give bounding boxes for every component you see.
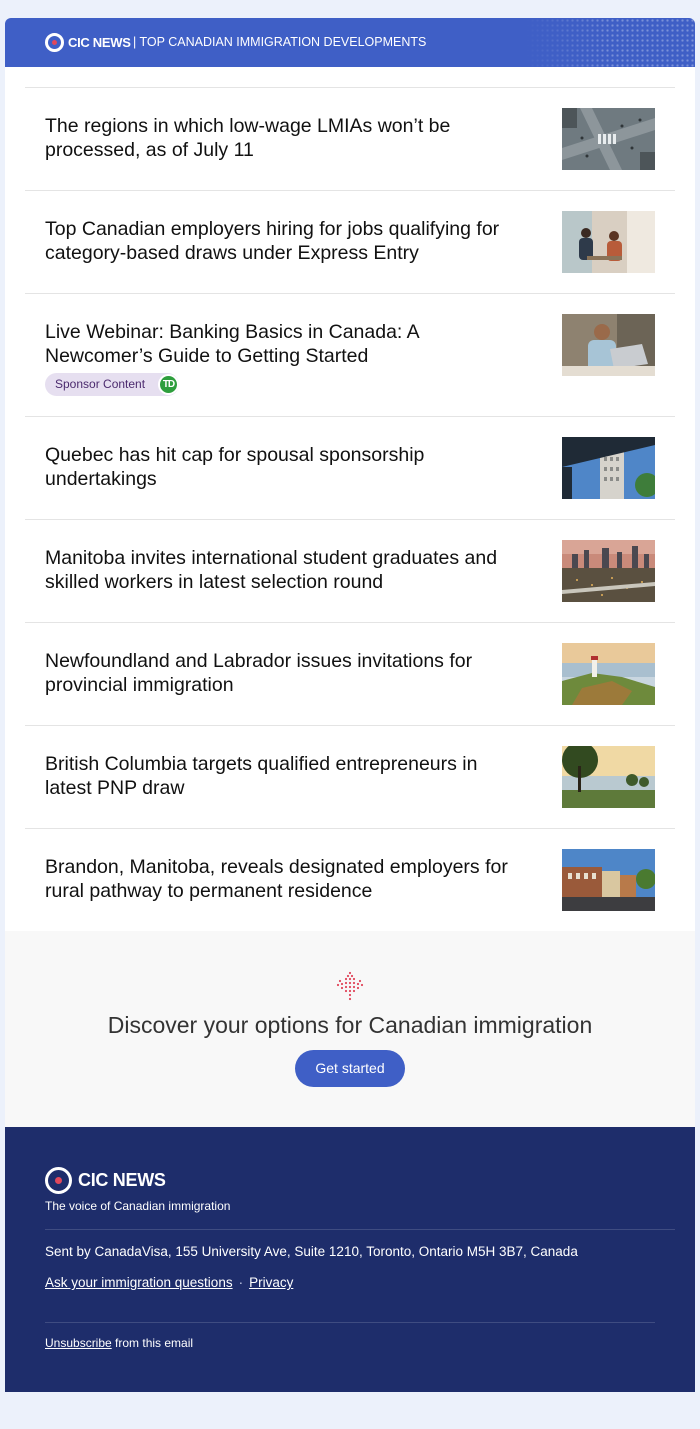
footer-divider <box>45 1229 675 1230</box>
cta-section: Discover your options for Canadian immig… <box>5 931 695 1127</box>
link-separator: · <box>238 1275 244 1290</box>
article-title[interactable]: Top Canadian employers hiring for jobs q… <box>45 217 525 265</box>
footer-tagline: The voice of Canadian immigration <box>45 1199 231 1213</box>
articles-section: The regions in which low-wage LMIAs won’… <box>5 67 695 931</box>
article-title[interactable]: Live Webinar: Banking Basics in Canada: … <box>45 320 525 368</box>
maple-leaf-icon <box>336 971 364 1001</box>
footer-divider <box>45 1322 655 1323</box>
newsletter-footer: CIC NEWS The voice of Canadian immigrati… <box>5 1127 695 1392</box>
article-thumbnail[interactable] <box>562 643 655 705</box>
article-thumbnail[interactable] <box>562 540 655 602</box>
newsletter-header: CIC NEWS | TOP CANADIAN IMMIGRATION DEVE… <box>5 18 695 67</box>
unsubscribe-link[interactable]: Unsubscribe <box>45 1336 112 1350</box>
article-title[interactable]: British Columbia targets qualified entre… <box>45 752 525 800</box>
article-title[interactable]: Manitoba invites international student g… <box>45 546 525 594</box>
cta-heading: Discover your options for Canadian immig… <box>107 1012 593 1038</box>
article-title[interactable]: Quebec has hit cap for spousal sponsorsh… <box>45 443 525 491</box>
article-thumbnail[interactable] <box>562 746 655 808</box>
article-item[interactable]: British Columbia targets qualified entre… <box>25 726 675 829</box>
logo-text: CIC NEWS <box>68 35 131 50</box>
article-item[interactable]: Live Webinar: Banking Basics in Canada: … <box>25 294 675 417</box>
article-item[interactable]: Brandon, Manitoba, reveals designated em… <box>25 829 675 932</box>
td-bank-logo: TD <box>158 374 179 395</box>
cic-logo-icon <box>45 1167 72 1194</box>
dotted-map-decoration <box>525 18 695 67</box>
article-title[interactable]: The regions in which low-wage LMIAs won’… <box>45 114 525 162</box>
article-item[interactable]: Top Canadian employers hiring for jobs q… <box>25 191 675 294</box>
article-item[interactable]: The regions in which low-wage LMIAs won’… <box>25 88 675 191</box>
header-tagline: | TOP CANADIAN IMMIGRATION DEVELOPMENTS <box>133 35 427 49</box>
article-item[interactable]: Manitoba invites international student g… <box>25 520 675 623</box>
footer-cic-news-logo[interactable]: CIC NEWS <box>45 1167 166 1194</box>
article-thumbnail[interactable] <box>562 437 655 499</box>
article-item[interactable]: Quebec has hit cap for spousal sponsorsh… <box>25 417 675 520</box>
article-list: The regions in which low-wage LMIAs won’… <box>25 87 675 932</box>
article-thumbnail[interactable] <box>562 849 655 911</box>
article-thumbnail[interactable] <box>562 108 655 170</box>
article-title[interactable]: Brandon, Manitoba, reveals designated em… <box>45 855 525 903</box>
footer-logo-text: CIC NEWS <box>78 1170 166 1190</box>
ask-questions-link[interactable]: Ask your immigration questions <box>45 1275 233 1290</box>
unsubscribe-suffix: from this email <box>111 1336 194 1350</box>
article-thumbnail[interactable] <box>562 211 655 273</box>
privacy-link[interactable]: Privacy <box>249 1275 293 1290</box>
get-started-button[interactable]: Get started <box>295 1050 405 1087</box>
cic-news-logo[interactable]: CIC NEWS <box>45 33 131 52</box>
sender-address: Sent by CanadaVisa, 155 University Ave, … <box>45 1244 578 1259</box>
sponsor-content-badge: Sponsor Content TD <box>45 373 179 396</box>
unsubscribe-line: Unsubscribe from this email <box>45 1336 193 1350</box>
article-thumbnail[interactable] <box>562 314 655 376</box>
article-item[interactable]: Newfoundland and Labrador issues invitat… <box>25 623 675 726</box>
sponsor-label: Sponsor Content <box>55 377 146 391</box>
cic-logo-icon <box>45 33 64 52</box>
article-title[interactable]: Newfoundland and Labrador issues invitat… <box>45 649 525 697</box>
footer-links: Ask your immigration questions · Privacy <box>45 1275 293 1290</box>
